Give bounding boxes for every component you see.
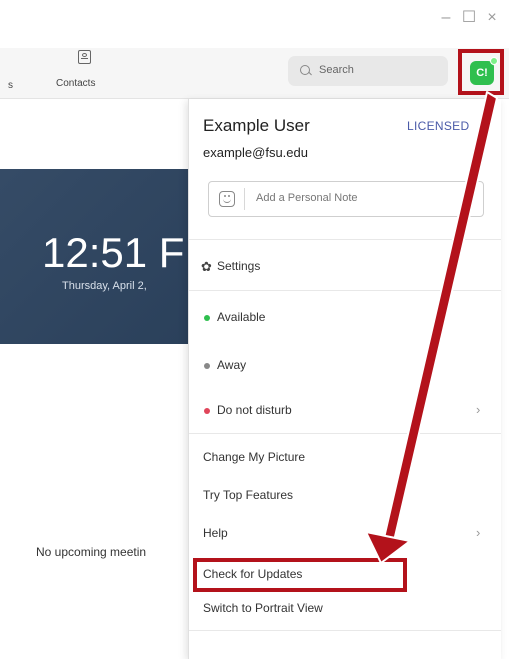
annotation-arrow-shaft <box>383 91 498 542</box>
annotation-arrow-head <box>365 531 411 564</box>
annotation-arrow <box>365 91 498 564</box>
